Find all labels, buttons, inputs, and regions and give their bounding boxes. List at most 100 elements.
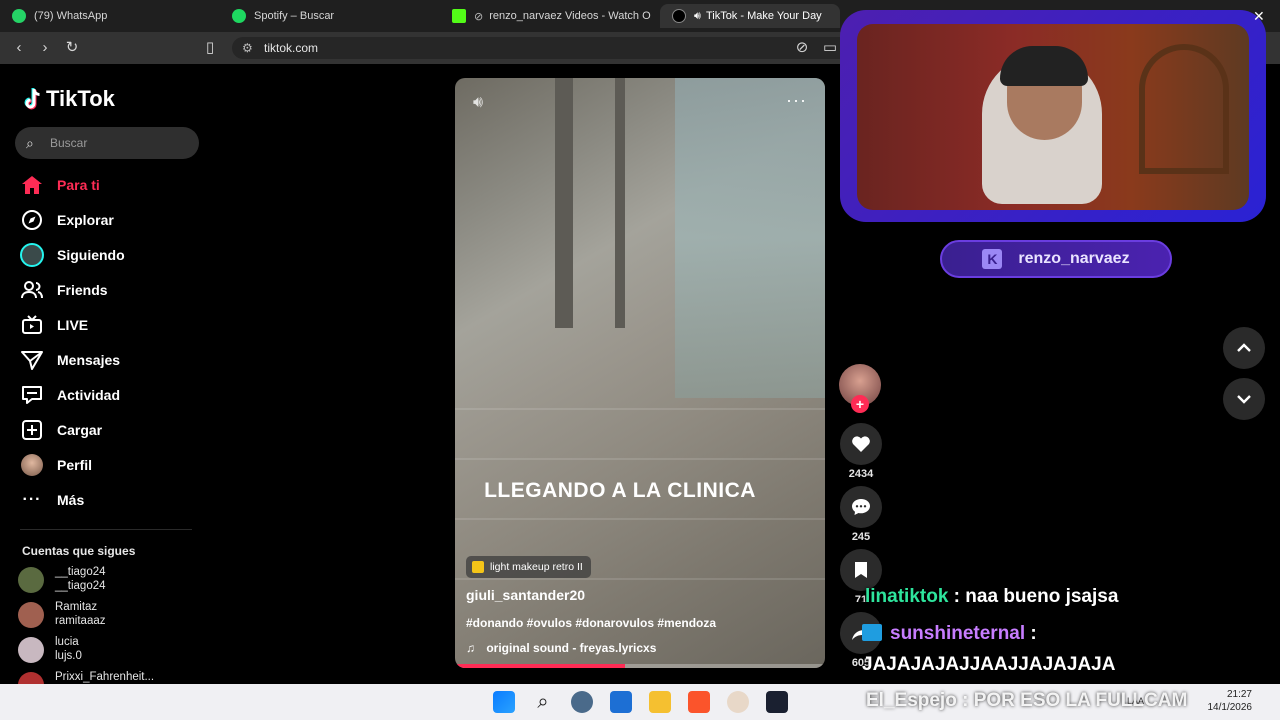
forward-button[interactable]: › [35,38,55,58]
sidebar: TikTok ⌕ Buscar Para ti Explorar Siguien… [0,64,215,684]
chevron-up-icon [1237,343,1251,352]
bookmark-icon [855,562,867,578]
avatar [18,567,44,593]
tab-spotify[interactable]: Spotify – Buscar [220,4,440,28]
nav-label: LIVE [57,317,89,333]
clock-time: 21:27 [1226,689,1252,700]
tab-title: renzo_narvaez Videos - Watch O [489,10,651,22]
clock-date: 14/1/2026 [1207,702,1253,713]
clock[interactable]: 21:27 14/1/2026 [1208,688,1253,714]
streamer-name-badge: K renzo_narvaez [940,240,1172,278]
nav-actividad[interactable]: Actividad [20,381,120,409]
follow-plus-icon[interactable]: + [851,395,869,413]
nav-siguiendo[interactable]: Siguiendo [20,241,125,269]
video-progress-bar[interactable] [455,664,825,668]
nav-live[interactable]: LIVE [20,311,88,339]
upload-icon [20,418,44,442]
like-button[interactable] [840,423,882,465]
more-options-icon[interactable]: ··· [786,90,807,111]
brave-browser-icon[interactable] [688,691,710,713]
video-author[interactable]: giuli_santander20 [466,587,585,603]
profile-avatar-icon [20,453,44,477]
avatar [18,672,44,684]
reload-button[interactable]: ↻ [62,38,82,58]
tab-title: (79) WhatsApp [34,10,108,22]
like-count: 2434 [848,468,874,480]
streamer-name: renzo_narvaez [1018,250,1130,267]
video-frame-floor [455,458,825,460]
chat-text: JAJAJAJAJJAAJJAJAJAJA [862,654,1116,675]
chat-message: JAJAJAJAJJAAJJAJAJAJA [862,654,1115,676]
effect-badge[interactable]: light makeup retro II [466,556,591,578]
store-icon[interactable] [610,691,632,713]
url-field[interactable]: ⚙︎ tiktok.com [232,37,852,59]
followed-account[interactable]: __tiago24 __tiago24 [18,565,106,599]
nav-label: Siguiendo [57,247,125,263]
nav-mas[interactable]: ··· Más [20,486,85,514]
nav-friends[interactable]: Friends [20,276,108,304]
activity-icon [20,383,44,407]
music-note-icon: ♫ [466,641,475,655]
video-frame-floor [455,408,825,410]
tab-kick[interactable]: ⊘ renzo_narvaez Videos - Watch O [440,4,658,28]
chat-message: linatiktok : naa bueno jsajsa [865,586,1118,608]
account-handle: lujs.0 [55,650,82,662]
search-input[interactable]: ⌕ Buscar [15,127,199,159]
nav-label: Explorar [57,212,114,228]
search-icon[interactable]: ⌕ [532,691,554,713]
nav-perfil[interactable]: Perfil [20,451,92,479]
whatsapp-icon [12,9,26,23]
nav-explorar[interactable]: Explorar [20,206,114,234]
video-progress-fill [455,664,626,668]
comment-button[interactable] [840,486,882,528]
nav-para-ti[interactable]: Para ti [20,171,100,199]
video-sound[interactable]: ♫ original sound - freyas.lyricxs [466,641,656,655]
chevron-down-icon [1237,395,1251,404]
live-icon [20,313,44,337]
tab-whatsapp[interactable]: (79) WhatsApp [0,4,220,28]
chat-separator: : [948,586,966,607]
save-button[interactable] [840,549,882,591]
settings-gear-icon[interactable] [571,691,593,713]
app-icon[interactable] [766,691,788,713]
followed-account[interactable]: Ramitaz ramitaaaz [18,600,106,634]
site-settings-icon[interactable]: ⚙︎ [242,37,253,59]
comment-count: 245 [851,531,871,543]
chat-user: sunshineternal [890,623,1026,644]
sound-label: original sound - freyas.lyricxs [486,641,657,655]
app-icon[interactable] [727,691,749,713]
volume-icon[interactable]: 🔊︎ [473,94,483,112]
nav-mensajes[interactable]: Mensajes [20,346,120,374]
logo-text: TikTok [46,86,115,111]
webcam-person-hair [1000,46,1088,86]
webcam-feed [857,24,1249,210]
following-title: Cuentas que sigues [22,544,136,558]
previous-video-button[interactable] [1223,327,1265,369]
file-explorer-icon[interactable] [649,691,671,713]
cast-icon[interactable]: ▭ [820,38,840,58]
account-handle: __tiago24 [55,580,106,592]
bookmark-icon[interactable]: ▯ [200,38,220,58]
kick-icon [452,9,466,23]
next-video-button[interactable] [1223,378,1265,420]
search-placeholder: Buscar [50,136,88,150]
sidebar-divider [20,529,192,530]
video-frame-floor [455,518,825,520]
back-button[interactable]: ‹ [9,38,29,58]
windows-start-icon[interactable] [493,691,515,713]
account-name: lucia [55,636,79,648]
account-handle: ramitaaaz [55,615,106,627]
tiktok-icon [672,9,686,23]
video-hashtags[interactable]: #donando #ovulos #donarovulos #mendoza [466,616,716,630]
followed-account[interactable]: lucia lujs.0 [18,635,82,669]
nav-cargar[interactable]: Cargar [20,416,102,444]
close-icon: ✕ [1253,8,1265,24]
tab-tiktok[interactable]: 🔊︎ TikTok - Make Your Day [660,4,840,28]
nav-label: Actividad [57,387,121,403]
account-name: Ramitaz [55,601,98,613]
no-tracking-icon[interactable]: ⊘ [792,38,812,58]
video-frame-pillar [615,78,625,328]
tiktok-logo[interactable]: TikTok [22,86,115,112]
video-player[interactable]: 🔊︎ ··· LLEGANDO A LA CLINICA light makeu… [455,78,825,668]
followed-account[interactable]: Prixxi_Fahrenheit... [18,670,154,684]
